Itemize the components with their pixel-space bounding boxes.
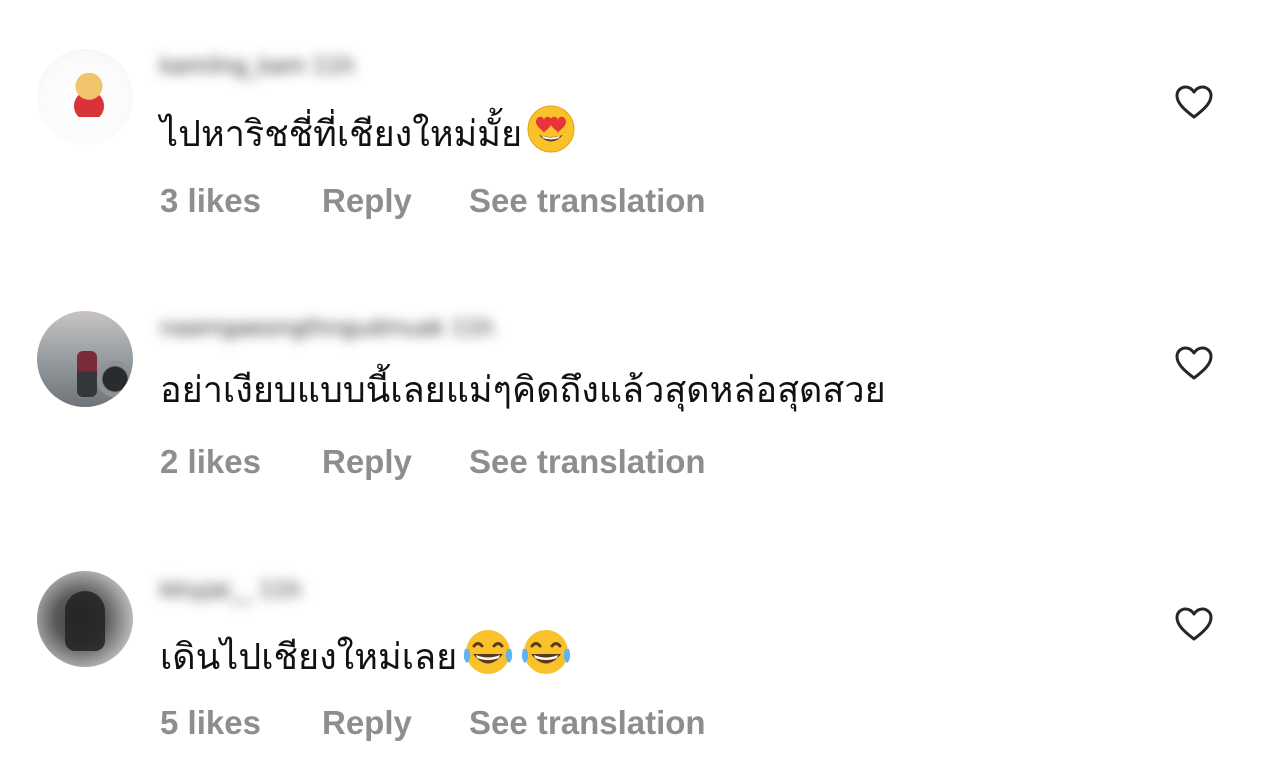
see-translation-button[interactable]: See translation <box>469 442 706 482</box>
see-translation-button[interactable]: See translation <box>469 703 706 743</box>
likes-count-button[interactable]: 5 likes <box>160 703 261 743</box>
avatar[interactable] <box>37 311 133 407</box>
username[interactable]: naamgaeongthngudmuak 11h <box>160 311 494 347</box>
reply-button[interactable]: Reply <box>322 442 412 482</box>
avatar-image-detail <box>93 359 133 399</box>
tears-of-joy-emoji-icon <box>464 630 513 674</box>
avatar-image <box>65 591 105 651</box>
comment-text-content: เดินไปเชียงใหม่เลย <box>160 637 458 678</box>
heart-outline-icon[interactable] <box>1174 344 1214 384</box>
avatar[interactable] <box>37 571 133 667</box>
comment-text: อย่าเงียบแบบนี้เลยแม่ๆคิดถึงแล้วสุดหล่อส… <box>160 366 886 416</box>
tears-of-joy-emoji-icon <box>522 630 571 674</box>
heart-outline-icon[interactable] <box>1174 605 1214 645</box>
reply-button[interactable]: Reply <box>322 703 412 743</box>
comment-text: เดินไปเชียงใหม่เลย <box>160 627 573 683</box>
comment-item: kkiyjai__ 11h เดินไปเชียงใหม่เลย 5 likes… <box>0 0 1284 741</box>
likes-count-button[interactable]: 2 likes <box>160 442 261 482</box>
comment-text-content: อย่าเงียบแบบนี้เลยแม่ๆคิดถึงแล้วสุดหล่อส… <box>160 370 886 411</box>
username[interactable]: kkiyjai__ 11h <box>160 573 301 609</box>
